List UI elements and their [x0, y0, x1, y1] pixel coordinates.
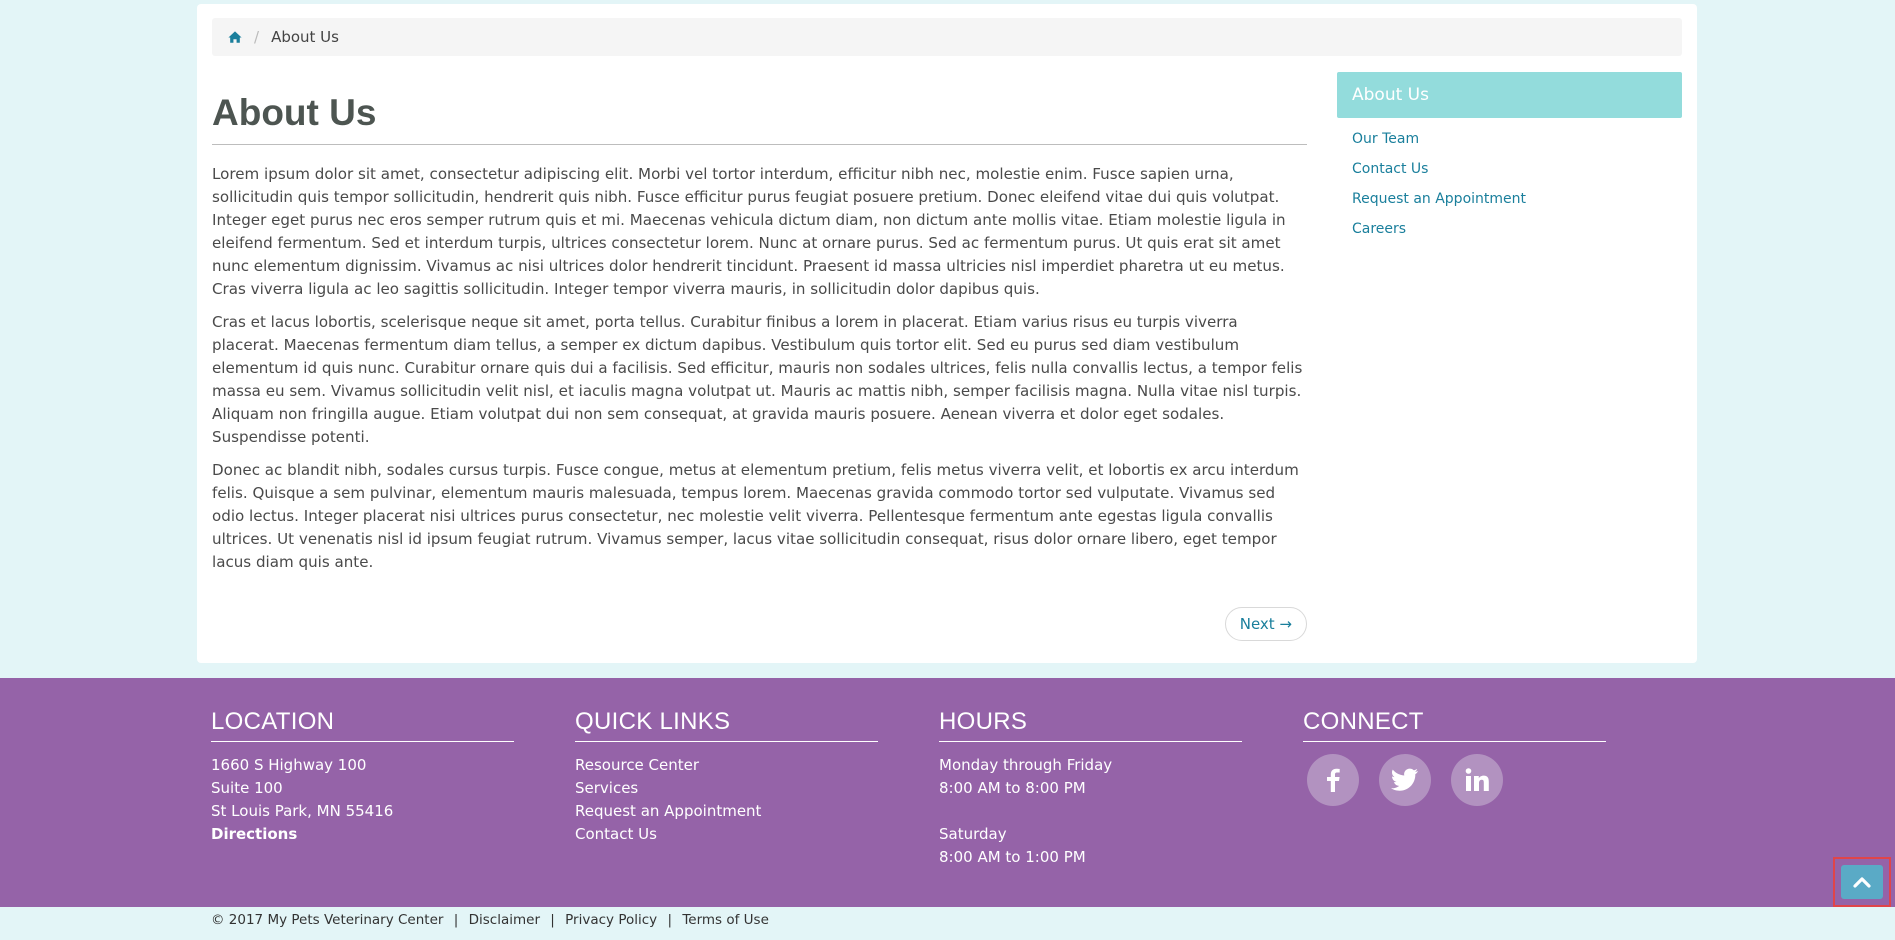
hours-heading: HOURS [939, 708, 1242, 742]
address-line-2: Suite 100 [211, 779, 283, 797]
footer-connect: CONNECT [1303, 708, 1606, 806]
hours-weekday-time: 8:00 AM to 8:00 PM [939, 779, 1086, 797]
bottom-bar: © 2017 My Pets Veterinary Center | Discl… [211, 912, 769, 928]
footer-location: LOCATION 1660 S Highway 100 Suite 100 St… [211, 708, 514, 846]
breadcrumb: / About Us [212, 18, 1682, 56]
bottom-separator: | [453, 912, 459, 928]
hours-saturday-label: Saturday [939, 825, 1007, 843]
address-line-1: 1660 S Highway 100 [211, 756, 367, 774]
connect-heading: CONNECT [1303, 708, 1606, 742]
sidebar-item-contact-us[interactable]: Contact Us [1352, 154, 1682, 184]
main-content: About Us Lorem ipsum dolor sit amet, con… [212, 64, 1307, 641]
sidebar-item-careers[interactable]: Careers [1352, 214, 1682, 244]
location-heading: LOCATION [211, 708, 514, 742]
breadcrumb-current: About Us [271, 28, 339, 46]
paragraph-2: Cras et lacus lobortis, scelerisque nequ… [212, 313, 1303, 446]
address-line-3: St Louis Park, MN 55416 [211, 802, 394, 820]
footer: LOCATION 1660 S Highway 100 Suite 100 St… [0, 678, 1895, 907]
back-to-top-button[interactable] [1833, 857, 1891, 907]
quick-link-services[interactable]: Services [575, 777, 878, 800]
directions-link[interactable]: Directions [211, 823, 514, 846]
pager: Next → [212, 607, 1307, 641]
linkedin-icon[interactable] [1451, 754, 1503, 806]
privacy-policy-link[interactable]: Privacy Policy [565, 912, 657, 928]
paragraph-3: Donec ac blandit nibh, sodales cursus tu… [212, 461, 1299, 571]
paragraph-1: Lorem ipsum dolor sit amet, consectetur … [212, 165, 1286, 298]
copyright-text: © 2017 My Pets Veterinary Center [211, 912, 444, 928]
hours-weekday-label: Monday through Friday [939, 756, 1113, 774]
terms-of-use-link[interactable]: Terms of Use [682, 912, 769, 928]
main-card: / About Us About Us Lorem ipsum dolor si… [197, 4, 1697, 663]
back-to-top-inner[interactable] [1841, 865, 1883, 899]
sidebar-list: Our Team Contact Us Request an Appointme… [1337, 118, 1682, 244]
facebook-icon[interactable] [1307, 754, 1359, 806]
social-links [1303, 754, 1606, 806]
chevron-up-icon [1853, 877, 1871, 888]
quick-link-resource-center[interactable]: Resource Center [575, 754, 878, 777]
breadcrumb-home-link[interactable] [228, 30, 242, 44]
page-title: About Us [212, 64, 1307, 145]
next-button[interactable]: Next → [1224, 607, 1307, 641]
home-icon [228, 31, 242, 43]
breadcrumb-separator: / [254, 28, 260, 46]
bottom-separator: | [667, 912, 673, 928]
quick-link-request-appointment[interactable]: Request an Appointment [575, 800, 878, 823]
bottom-separator: | [550, 912, 555, 928]
disclaimer-link[interactable]: Disclaimer [469, 912, 540, 928]
footer-hours: HOURS Monday through Friday 8:00 AM to 8… [939, 708, 1242, 869]
quick-links-heading: QUICK LINKS [575, 708, 878, 742]
twitter-icon[interactable] [1379, 754, 1431, 806]
quick-link-contact-us[interactable]: Contact Us [575, 823, 878, 846]
hours-saturday-time: 8:00 AM to 1:00 PM [939, 848, 1086, 866]
sidebar-item-request-appointment[interactable]: Request an Appointment [1352, 184, 1682, 214]
footer-quick-links: QUICK LINKS Resource Center Services Req… [575, 708, 878, 846]
sidebar-item-our-team[interactable]: Our Team [1352, 124, 1682, 154]
sidebar-heading[interactable]: About Us [1337, 72, 1682, 118]
sidebar: About Us Our Team Contact Us Request an … [1337, 72, 1682, 244]
